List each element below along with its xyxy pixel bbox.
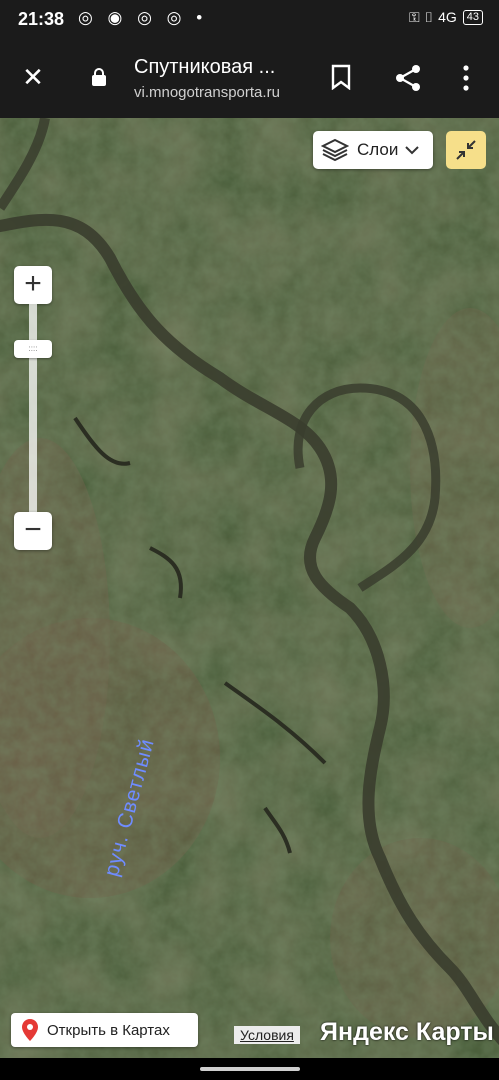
page-title[interactable]: Спутниковая ... [134, 56, 275, 79]
battery-icon: 43 [462, 10, 483, 25]
notification-icons: ◎ ◉ ◎ ◎ • [78, 8, 208, 27]
satellite-map[interactable]: Слои + :::: − руч. Светлый Открыть в Кар… [0, 118, 499, 1058]
collapse-icon [456, 140, 476, 160]
system-status-icons: ⚿ ▯ 4G 43 [409, 9, 483, 26]
layers-button[interactable]: Слои [313, 131, 433, 169]
zoom-out-button[interactable]: − [14, 512, 52, 550]
system-icons: ⚿ ▯ 4G [408, 9, 457, 25]
satellite-imagery [0, 118, 499, 1058]
open-in-maps-label: Открыть в Картах [47, 1021, 170, 1039]
exit-fullscreen-button[interactable] [446, 131, 486, 169]
layers-icon [321, 138, 349, 162]
open-in-maps-button[interactable]: Открыть в Картах [11, 1013, 198, 1047]
more-vert-icon[interactable] [456, 64, 476, 92]
bookmark-icon[interactable] [330, 64, 352, 90]
map-pin-icon [22, 1019, 38, 1041]
zoom-slider-track[interactable] [29, 304, 37, 512]
browser-toolbar: ✕ Спутниковая ... vi.mnogotransporta.ru [0, 38, 499, 118]
status-bar: 21:38 ◎ ◉ ◎ ◎ • ⚿ ▯ 4G 43 [0, 0, 499, 38]
zoom-slider-handle[interactable]: :::: [14, 340, 52, 358]
status-time: 21:38 [18, 9, 65, 29]
terms-link[interactable]: Условия [234, 1026, 300, 1044]
lock-icon [92, 68, 106, 86]
zoom-in-button[interactable]: + [14, 266, 52, 304]
home-indicator[interactable] [200, 1067, 300, 1071]
close-icon[interactable]: ✕ [18, 62, 48, 92]
chevron-down-icon [404, 140, 420, 160]
share-icon[interactable] [394, 64, 422, 92]
layers-label: Слои [357, 140, 399, 159]
page-url[interactable]: vi.mnogotransporta.ru [134, 84, 280, 101]
yandex-maps-logo[interactable]: Яндекс Карты [320, 1018, 494, 1047]
